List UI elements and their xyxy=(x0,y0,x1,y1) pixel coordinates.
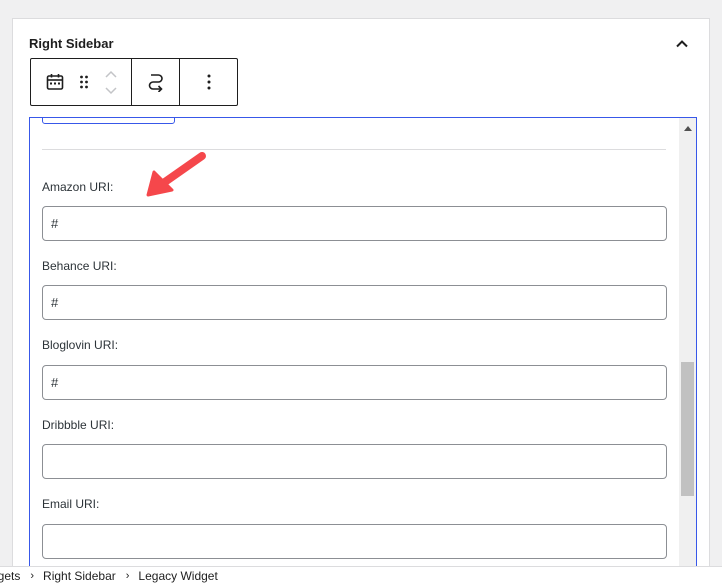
panel-title: Right Sidebar xyxy=(29,36,114,51)
scroll-up-button[interactable] xyxy=(679,120,696,136)
bloglovin-uri-label: Bloglovin URI: xyxy=(42,338,119,352)
scrollbar[interactable] xyxy=(679,118,696,577)
chevron-down-icon xyxy=(105,86,117,94)
breadcrumb-separator: › xyxy=(125,569,130,582)
breadcrumb-item-widgets[interactable]: dgets xyxy=(0,569,20,583)
dribbble-uri-input[interactable] xyxy=(42,444,667,479)
annotation-arrow-icon xyxy=(146,152,206,197)
transform-group xyxy=(131,59,179,105)
block-type-button[interactable] xyxy=(39,59,71,105)
dribbble-uri-label: Dribbble URI: xyxy=(42,418,115,432)
widget-area-panel: Right Sidebar Amazon URI: # Behance URI:… xyxy=(12,18,710,577)
legacy-widget-frame: Amazon URI: Behance URI: Bloglovin URI: … xyxy=(29,117,697,577)
chevron-up-icon xyxy=(676,40,688,48)
drag-handle-icon xyxy=(80,75,88,89)
widget-form: Amazon URI: Behance URI: Bloglovin URI: … xyxy=(30,118,680,577)
block-breadcrumb: dgets › Right Sidebar › Legacy Widget xyxy=(0,566,722,584)
calendar-icon xyxy=(46,74,64,90)
move-up-button[interactable] xyxy=(104,66,118,82)
more-options-button[interactable] xyxy=(180,59,237,105)
form-divider xyxy=(42,149,666,150)
block-toolbar xyxy=(30,58,238,106)
breadcrumb-item-right-sidebar[interactable]: Right Sidebar xyxy=(43,569,116,583)
email-uri-input[interactable] xyxy=(42,524,667,559)
transform-icon xyxy=(148,74,163,92)
email-uri-label: Email URI: xyxy=(42,497,100,511)
collapse-button[interactable] xyxy=(671,33,693,55)
drag-handle[interactable] xyxy=(71,59,97,105)
more-vertical-icon xyxy=(207,74,210,90)
options-group xyxy=(179,59,237,105)
move-down-button[interactable] xyxy=(104,82,118,98)
block-mover xyxy=(97,59,125,105)
breadcrumb-separator: › xyxy=(30,569,35,582)
triangle-up-icon xyxy=(683,126,692,131)
behance-uri-label: Behance URI: xyxy=(42,259,117,273)
scrollbar-thumb[interactable] xyxy=(681,362,694,496)
block-parent-group xyxy=(31,59,131,105)
chevron-up-icon xyxy=(105,70,117,78)
widget-button-partial[interactable] xyxy=(42,118,175,124)
amazon-uri-input[interactable] xyxy=(42,206,667,241)
bloglovin-uri-input[interactable] xyxy=(42,365,667,400)
behance-uri-input[interactable] xyxy=(42,285,667,320)
amazon-uri-label: Amazon URI: xyxy=(42,180,114,194)
breadcrumb-item-legacy-widget[interactable]: Legacy Widget xyxy=(138,569,217,583)
transform-button[interactable] xyxy=(132,59,179,105)
